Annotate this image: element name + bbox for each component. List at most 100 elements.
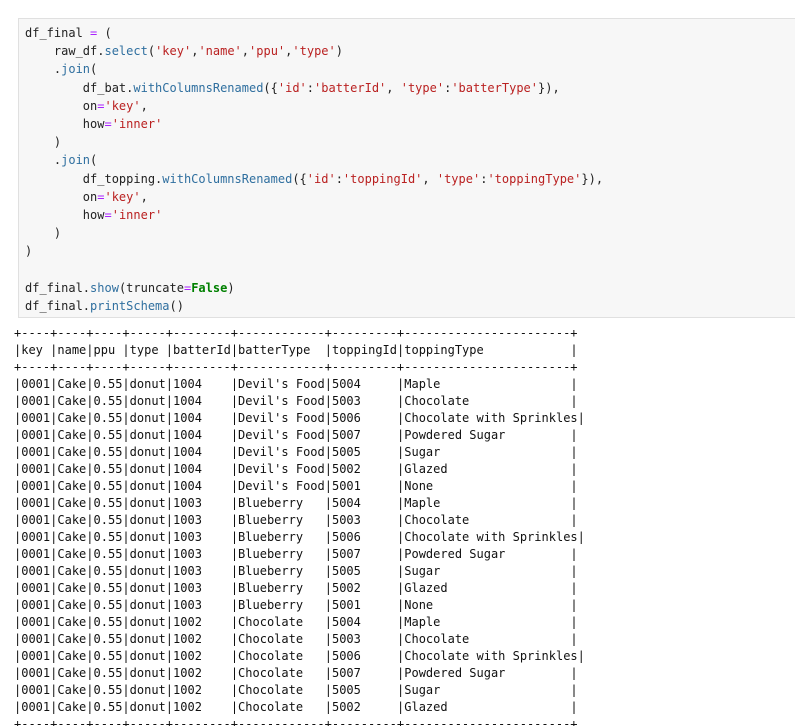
column-header: batterId: [173, 343, 231, 357]
table-cell: 5005: [331, 445, 361, 459]
code-token: False: [191, 280, 228, 295]
table-cell: 0001: [21, 615, 51, 629]
code-token: 'toppingType': [487, 171, 582, 186]
table-cell: Sugar: [404, 683, 441, 697]
table-cell: 0.55: [93, 632, 123, 646]
code-line: raw_df.select('key','name','ppu','type'): [25, 42, 603, 60]
code-token: ,: [140, 98, 148, 113]
table-cell: 0.55: [93, 649, 123, 663]
table-cell: Chocolate: [238, 615, 304, 629]
table-cell: 1004: [173, 394, 202, 408]
table-cell: 0001: [21, 666, 51, 680]
table-cell: Chocolate: [238, 632, 304, 646]
table-cell: Devil's Food: [238, 411, 325, 425]
table-cell: 0.55: [93, 615, 123, 629]
table-cell: 0.55: [93, 564, 123, 578]
code-token: 'key': [155, 44, 192, 59]
table-cell: Blueberry: [238, 564, 304, 578]
table-row: |0001|Cake|0.55|donut|1004 |Devil's Food…: [14, 479, 578, 493]
table-cell: 5002: [331, 581, 361, 595]
column-header: ppu: [93, 343, 116, 357]
code-token: 'batterId': [314, 80, 387, 95]
table-cell: None: [404, 479, 434, 493]
code-token: raw_df.: [25, 44, 105, 59]
table-cell: Powdered Sugar: [404, 547, 506, 561]
table-cell: None: [404, 598, 434, 612]
table-cell: 5005: [331, 564, 361, 578]
table-cell: 0.55: [93, 598, 123, 612]
code-token: 'type': [436, 171, 481, 186]
table-cell: Chocolate: [404, 394, 470, 408]
table-cell: 1003: [173, 581, 202, 595]
code-token: (: [90, 153, 98, 168]
table-cell: 5001: [331, 479, 361, 493]
table-cell: Cake: [57, 547, 87, 561]
table-cell: 1004: [173, 462, 202, 476]
table-cell: 0001: [21, 700, 51, 714]
table-row: |0001|Cake|0.55|donut|1003 |Blueberry |5…: [14, 581, 578, 595]
table-cell: 5002: [331, 700, 361, 714]
table-row: |0001|Cake|0.55|donut|1003 |Blueberry |5…: [14, 598, 578, 612]
table-cell: 1003: [173, 530, 202, 544]
column-header: key: [21, 343, 43, 357]
table-cell: donut: [129, 411, 166, 425]
table-cell: donut: [129, 683, 166, 697]
table-cell: Cake: [57, 445, 87, 459]
table-cell: Chocolate: [238, 649, 304, 663]
code-token: on: [25, 189, 98, 204]
table-cell: 1003: [173, 513, 202, 527]
code-token: ,: [386, 80, 401, 95]
table-cell: donut: [129, 700, 166, 714]
code-editor[interactable]: df_final = ( raw_df.select('key','name',…: [25, 24, 603, 315]
code-token: 'type': [292, 44, 336, 59]
column-header: toppingType: [404, 343, 484, 357]
code-token: 'key': [104, 98, 141, 113]
code-line: ): [25, 133, 603, 151]
table-cell: 0001: [21, 581, 51, 595]
table-cell: 5007: [331, 666, 361, 680]
table-row: |0001|Cake|0.55|donut|1003 |Blueberry |5…: [14, 547, 578, 561]
table-cell: 1002: [173, 700, 202, 714]
table-cell: donut: [129, 513, 166, 527]
table-cell: Devil's Food: [238, 377, 325, 391]
table-cell: Maple: [404, 615, 441, 629]
table-cell: Chocolate: [238, 683, 304, 697]
code-token: :: [306, 80, 315, 95]
table-row: |0001|Cake|0.55|donut|1004 |Devil's Food…: [14, 462, 578, 476]
table-cell: Devil's Food: [238, 479, 325, 493]
table-cell: Blueberry: [238, 513, 304, 527]
code-token: }),: [538, 80, 560, 95]
table-cell: Blueberry: [238, 598, 304, 612]
code-token: (: [147, 44, 156, 59]
table-cell: donut: [129, 547, 166, 561]
code-token: =: [104, 116, 112, 131]
column-header: batterType: [238, 343, 311, 357]
table-row: |0001|Cake|0.55|donut|1002 |Chocolate |5…: [14, 700, 578, 714]
table-cell: Blueberry: [238, 547, 304, 561]
code-token: 'key': [104, 189, 141, 204]
code-token: show: [90, 280, 119, 295]
code-token: how: [25, 207, 105, 222]
table-cell: 5001: [331, 598, 361, 612]
table-cell: Cake: [57, 496, 87, 510]
column-header: name: [57, 343, 87, 357]
table-cell: 0.55: [93, 428, 123, 442]
table-cell: 0001: [21, 394, 51, 408]
table-header: |key |name|ppu |type |batterId|batterTyp…: [14, 343, 578, 357]
table-cell: 0001: [21, 428, 51, 442]
table-row: |0001|Cake|0.55|donut|1002 |Chocolate |5…: [14, 683, 578, 697]
code-token: :: [335, 171, 343, 186]
code-line: on='key',: [25, 188, 603, 206]
table-cell: Cake: [57, 411, 87, 425]
table-cell: 0001: [21, 479, 51, 493]
table-row: |0001|Cake|0.55|donut|1004 |Devil's Food…: [14, 411, 585, 425]
table-cell: Devil's Food: [238, 428, 325, 442]
table-cell: 0.55: [93, 496, 123, 510]
code-line: how='inner': [25, 206, 603, 224]
table-row: |0001|Cake|0.55|donut|1004 |Devil's Food…: [14, 428, 578, 442]
code-token: ,: [241, 44, 250, 59]
table-row: |0001|Cake|0.55|donut|1003 |Blueberry |5…: [14, 496, 578, 510]
table-cell: Powdered Sugar: [404, 666, 506, 680]
code-cell[interactable]: df_final = ( raw_df.select('key','name',…: [18, 18, 795, 318]
